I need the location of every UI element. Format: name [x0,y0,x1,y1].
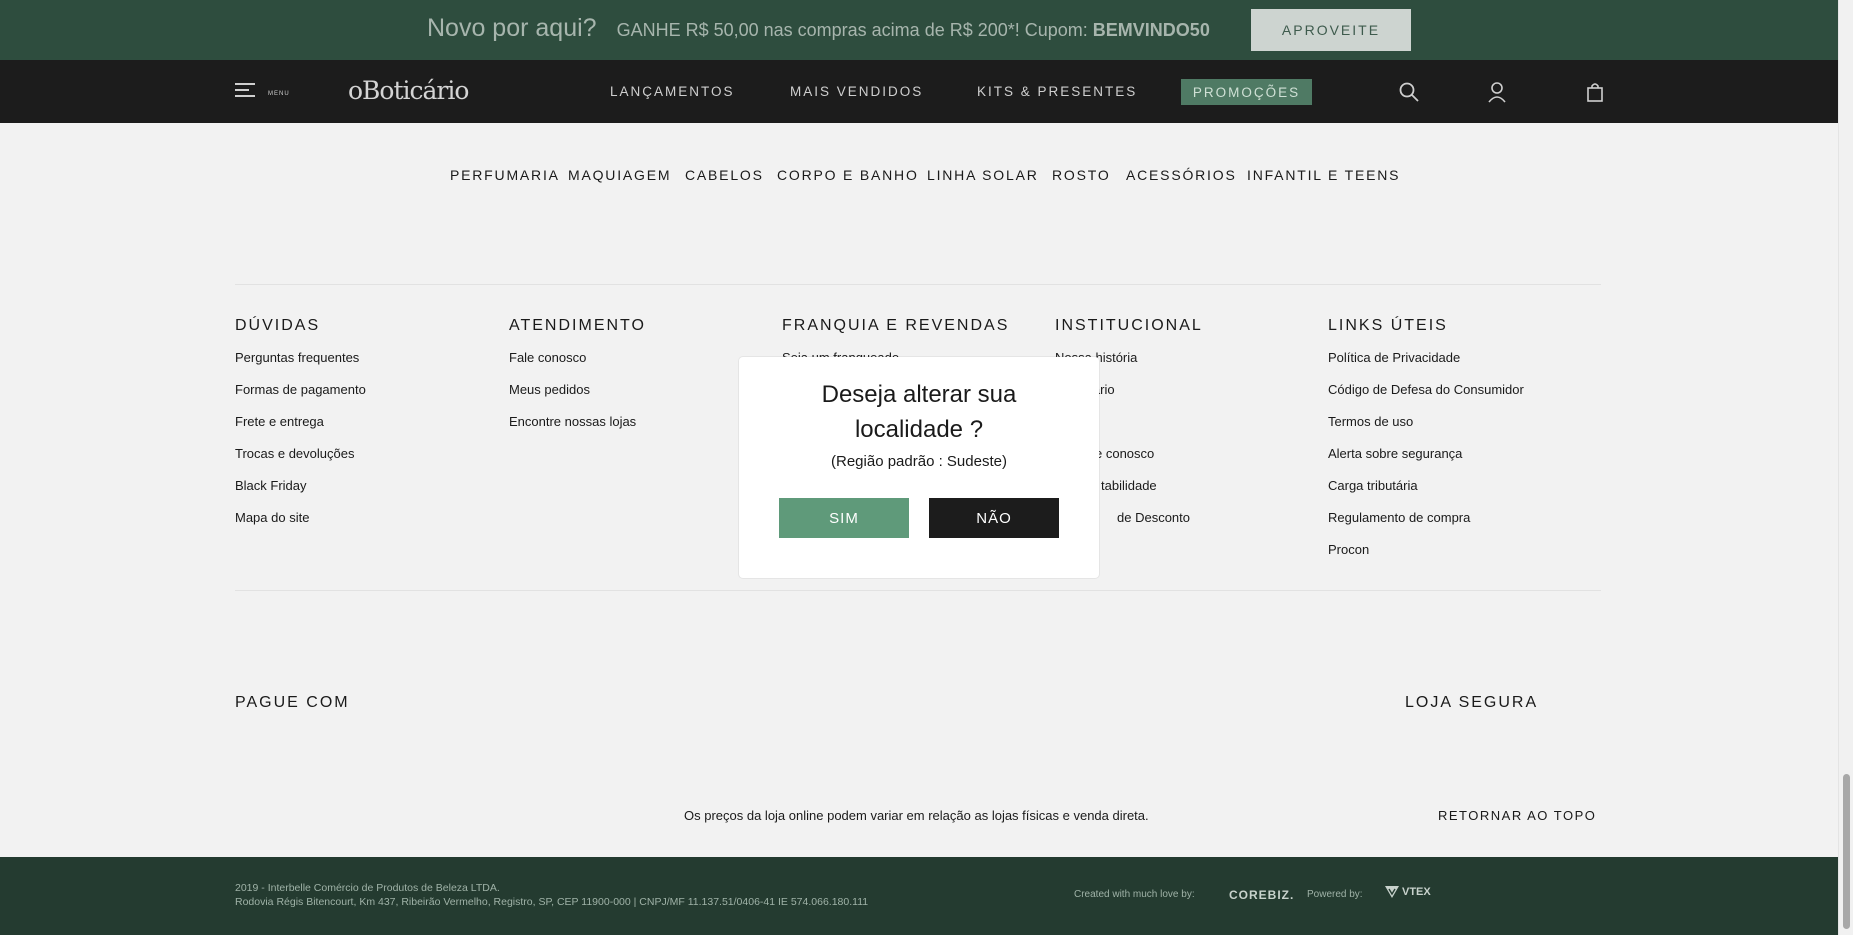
dialog-title: Deseja alterar sua localidade ? [739,377,1099,447]
dialog-title-line: localidade ? [854,416,984,443]
location-dialog: Deseja alterar sua localidade ? (Região … [739,357,1099,578]
dialog-title-line: Deseja alterar sua [821,381,1017,408]
modal-overlay: Deseja alterar sua localidade ? (Região … [0,0,1838,935]
scrollbar[interactable] [1838,0,1853,935]
dialog-subtitle: (Região padrão : Sudeste) [831,453,1007,470]
scrollbar-thumb[interactable] [1843,774,1850,929]
no-button[interactable]: NÃO [929,498,1059,538]
yes-button[interactable]: SIM [779,498,909,538]
